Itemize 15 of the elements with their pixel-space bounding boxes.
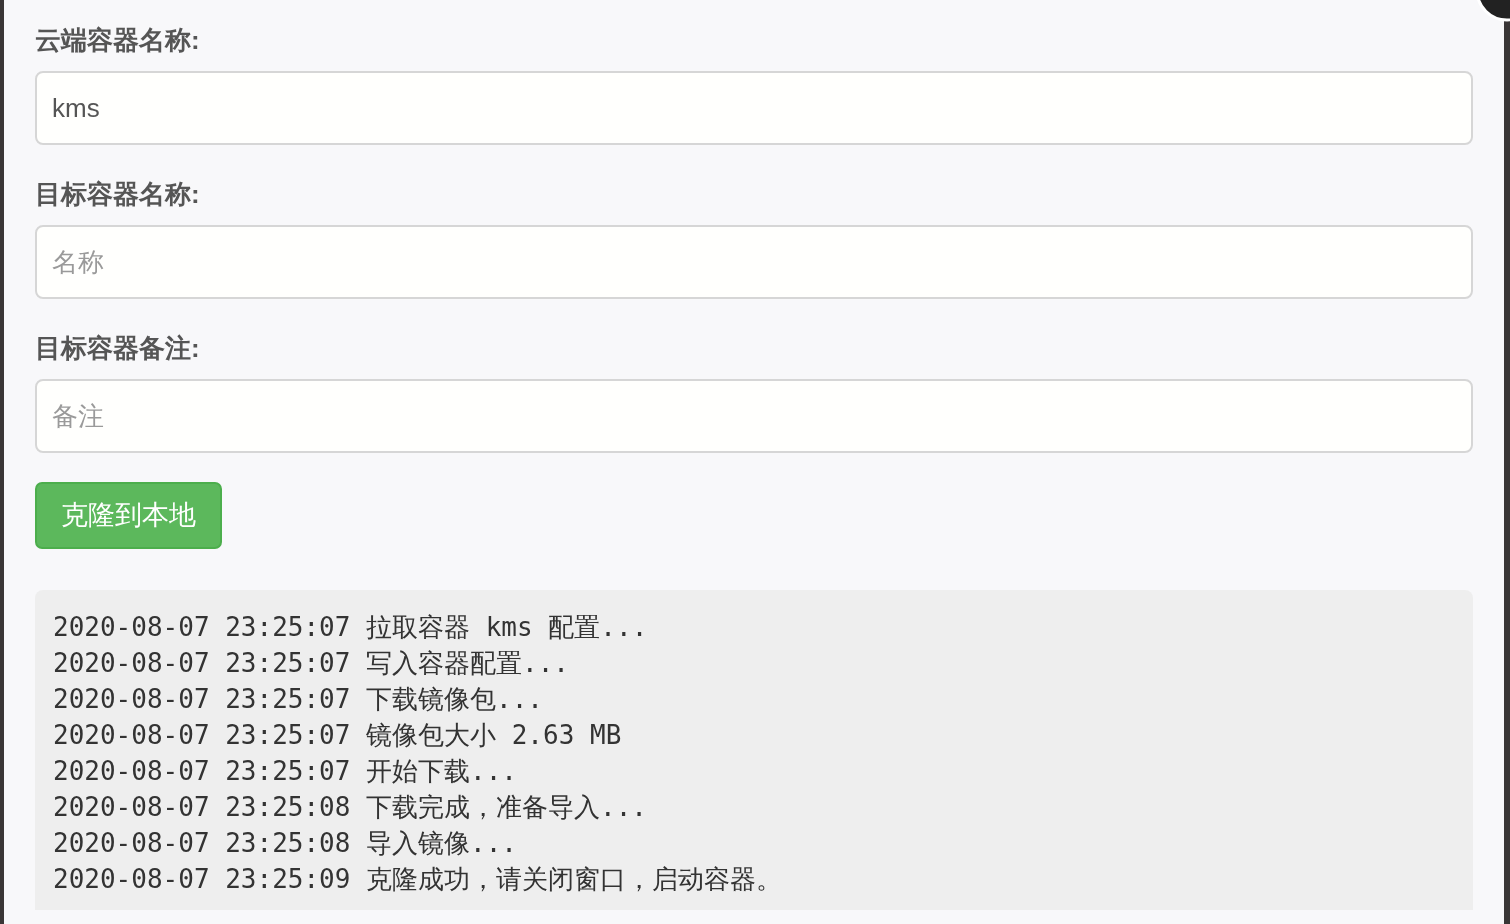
log-line: 2020-08-07 23:25:07 开始下载...	[53, 755, 518, 788]
field-label: 目标容器备注:	[35, 332, 201, 365]
close-icon[interactable]	[1474, 0, 1510, 24]
field-label: 目标容器名称:	[35, 178, 201, 211]
input-field[interactable]: kms	[35, 71, 1473, 145]
field-label: 云端容器名称:	[35, 24, 201, 57]
log-line: 2020-08-07 23:25:07 镜像包大小 2.63 MB	[53, 719, 622, 752]
log-line: 2020-08-07 23:25:09 克隆成功，请关闭窗口，启动容器。	[53, 863, 783, 896]
log-line: 2020-08-07 23:25:07 下载镜像包...	[53, 683, 544, 716]
log-line: 2020-08-07 23:25:07 写入容器配置...	[53, 647, 570, 680]
log-line: 2020-08-07 23:25:08 下载完成，准备导入...	[53, 791, 648, 824]
input-field[interactable]: 名称	[35, 225, 1473, 299]
log-line: 2020-08-07 23:25:07 拉取容器 kms 配置...	[53, 611, 648, 644]
log-line: 2020-08-07 23:25:08 导入镜像...	[53, 827, 518, 860]
input-field[interactable]: 备注	[35, 379, 1473, 453]
